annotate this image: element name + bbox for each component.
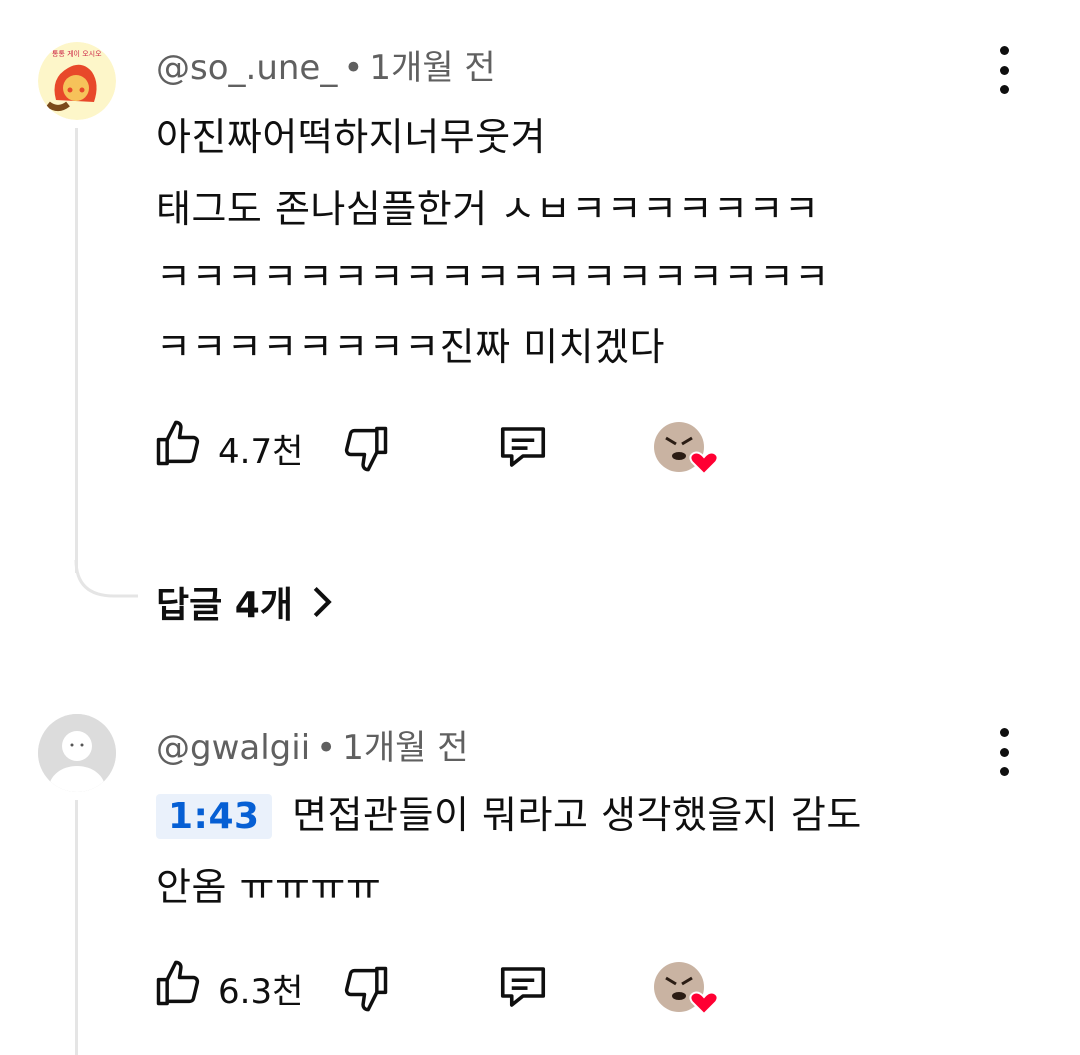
comment-text-line: 아진짜어떡하지너무웃겨 xyxy=(156,115,547,159)
creator-heart xyxy=(652,960,722,1024)
comment-meta: @gwalgii • 1개월 전 xyxy=(156,720,469,769)
avatar-image xyxy=(38,714,116,792)
thread-line xyxy=(75,128,78,573)
chevron-right-icon xyxy=(313,586,332,618)
meta-separator: • xyxy=(316,728,337,768)
comment-time[interactable]: 1개월 전 xyxy=(369,48,495,88)
comment-text-line: 1:43 면접관들이 뭐라고 생각했을지 감도 xyxy=(156,784,862,839)
meta-separator: • xyxy=(343,48,364,88)
thumbs-down-icon xyxy=(344,426,388,472)
comment-text-line: ㅋㅋㅋㅋㅋㅋㅋㅋ진짜 미치겠다 xyxy=(156,325,666,369)
creator-heart xyxy=(652,420,722,484)
reply-button[interactable] xyxy=(496,962,550,1016)
timestamp-link[interactable]: 1:43 xyxy=(156,794,272,839)
like-button[interactable] xyxy=(152,418,204,474)
author-name[interactable]: @gwalgii xyxy=(156,728,310,768)
creator-heart-icon xyxy=(654,422,719,476)
comment-meta: @so_.une_ • 1개월 전 xyxy=(156,40,496,89)
thumbs-up-icon xyxy=(156,960,200,1006)
author-avatar[interactable]: 통통 게이 오시오 xyxy=(38,42,116,120)
comment-text-line: 안옴 ㅠㅠㅠㅠ xyxy=(156,865,382,909)
comment-icon xyxy=(500,967,546,1007)
reply-button[interactable] xyxy=(496,422,550,476)
thread-line xyxy=(75,800,78,1055)
more-vert-icon[interactable] xyxy=(984,722,1024,782)
more-vert-icon[interactable] xyxy=(984,40,1024,100)
comment-time[interactable]: 1개월 전 xyxy=(342,728,468,768)
like-button[interactable] xyxy=(152,958,204,1014)
replies-label: 답글 4개 xyxy=(156,585,293,626)
comment-text-line: ㅋㅋㅋㅋㅋㅋㅋㅋㅋㅋㅋㅋㅋㅋㅋㅋㅋㅋㅋ xyxy=(156,255,830,299)
view-replies-button[interactable]: 답글 4개 xyxy=(156,576,333,628)
comment-text: 면접관들이 뭐라고 생각했을지 감도 xyxy=(292,793,862,837)
like-count: 6.3천 xyxy=(218,972,304,1012)
avatar-image: 통통 게이 오시오 xyxy=(38,42,116,120)
like-count: 4.7천 xyxy=(218,432,304,472)
creator-heart-icon xyxy=(654,962,719,1016)
comment-text-line: 태그도 존나심플한거 ㅅㅂㅋㅋㅋㅋㅋㅋㅋ xyxy=(156,187,820,231)
thumbs-down-icon xyxy=(344,966,388,1012)
comment-icon xyxy=(500,427,546,467)
thumbs-up-icon xyxy=(156,420,200,466)
dislike-button[interactable] xyxy=(340,962,392,1018)
author-avatar[interactable] xyxy=(38,714,116,792)
author-name[interactable]: @so_.une_ xyxy=(156,48,337,88)
thread-curve xyxy=(74,560,138,598)
dislike-button[interactable] xyxy=(340,422,392,478)
svg-text:통통 게이 오시오: 통통 게이 오시오 xyxy=(52,49,102,58)
